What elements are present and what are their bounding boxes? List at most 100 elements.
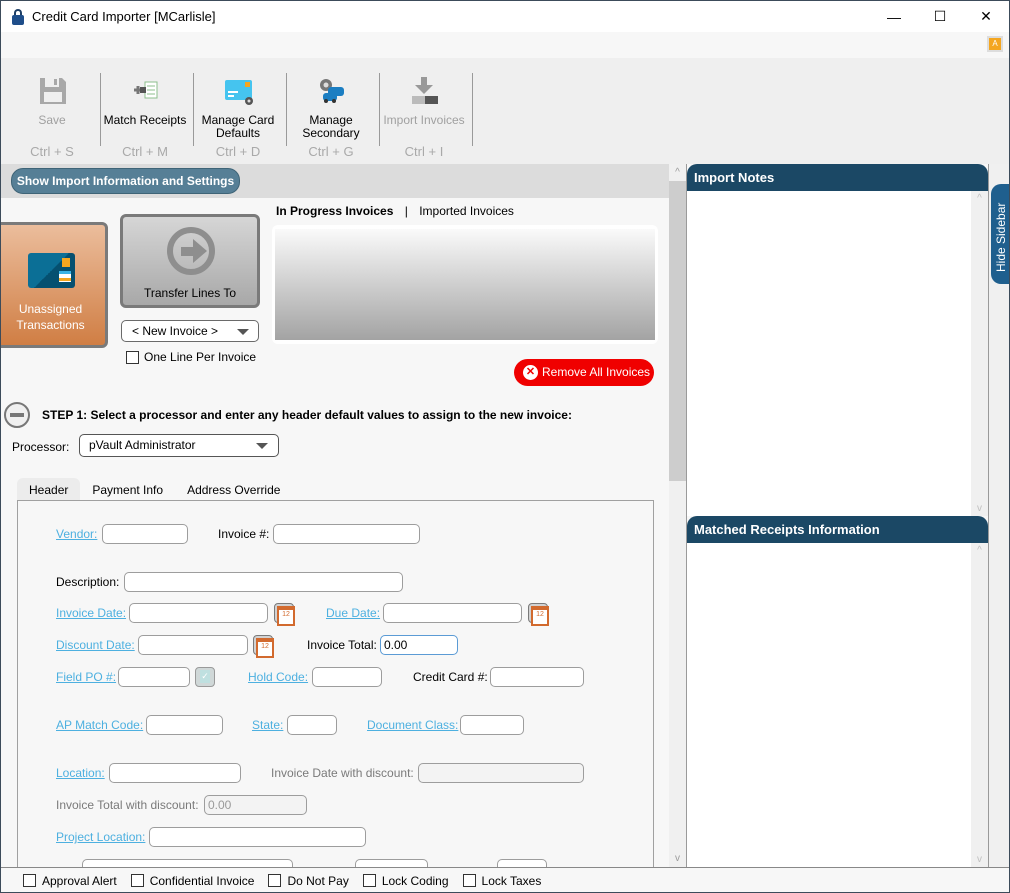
- import-invoices-button[interactable]: Import Invoices Ctrl + I: [378, 58, 470, 164]
- match-receipts-button[interactable]: Match Receipts Ctrl + M: [99, 58, 191, 164]
- invoice-date-input[interactable]: [129, 603, 268, 623]
- ap-match-code-link[interactable]: AP Match Code:: [56, 718, 143, 732]
- scroll-down-icon[interactable]: v: [971, 503, 988, 514]
- minimize-button[interactable]: —: [871, 1, 917, 32]
- due-date-link[interactable]: Due Date:: [326, 606, 380, 620]
- header-tabs: Header Payment Info Address Override: [17, 478, 292, 502]
- credit-card-input[interactable]: [490, 667, 584, 687]
- checkbox-box[interactable]: [130, 874, 144, 887]
- remove-icon: ✕: [523, 365, 538, 380]
- partial-input[interactable]: [355, 859, 428, 867]
- hide-sidebar-button[interactable]: Hide Sidebar: [991, 184, 1009, 284]
- invoice-list[interactable]: [272, 225, 658, 344]
- window-title: Credit Card Importer [MCarlisle]: [32, 9, 216, 24]
- scroll-up-icon[interactable]: ^: [669, 164, 686, 181]
- po-lookup-icon[interactable]: [195, 667, 215, 687]
- tab-imported-invoices[interactable]: Imported Invoices: [419, 204, 514, 218]
- project-location-input[interactable]: [149, 827, 366, 847]
- import-invoices-label: Import Invoices: [383, 113, 465, 127]
- checkbox-box[interactable]: [462, 874, 476, 887]
- toolbar-divider: [472, 73, 473, 146]
- vendor-link[interactable]: Vendor:: [56, 527, 97, 541]
- discount-date-link[interactable]: Discount Date:: [56, 638, 135, 652]
- collapse-icon[interactable]: [4, 402, 30, 428]
- location-link[interactable]: Location:: [56, 766, 105, 780]
- approval-alert-checkbox[interactable]: Approval Alert: [23, 874, 117, 888]
- save-button[interactable]: Save Ctrl + S: [6, 58, 98, 164]
- document-class-input[interactable]: [460, 715, 524, 735]
- lock-coding-checkbox[interactable]: Lock Coding: [362, 874, 449, 888]
- document-class-link[interactable]: Document Class:: [367, 718, 458, 732]
- partial-input[interactable]: [497, 859, 547, 867]
- vendor-input[interactable]: [102, 524, 188, 544]
- processor-select[interactable]: pVault Administrator: [79, 434, 279, 457]
- alert-badge-icon[interactable]: A: [987, 36, 1003, 52]
- discount-date-input[interactable]: [138, 635, 248, 655]
- state-input[interactable]: [287, 715, 337, 735]
- main-scrollbar[interactable]: ^ v: [669, 164, 686, 867]
- scroll-down-icon[interactable]: v: [971, 854, 988, 865]
- project-location-link[interactable]: Project Location:: [56, 830, 145, 844]
- lock-taxes-checkbox[interactable]: Lock Taxes: [462, 874, 541, 888]
- checkbox-box[interactable]: [268, 874, 282, 887]
- calendar-icon[interactable]: [528, 603, 549, 626]
- calendar-icon[interactable]: [274, 603, 295, 626]
- state-link[interactable]: State:: [252, 718, 283, 732]
- matched-receipts-scrollbar[interactable]: ^ v: [971, 543, 988, 867]
- manage-card-defaults-button[interactable]: Manage Card Defaults Ctrl + D: [192, 58, 284, 164]
- one-line-per-invoice-checkbox[interactable]: One Line Per Invoice: [126, 350, 256, 364]
- secondary-settings-icon: [320, 79, 344, 103]
- field-po-link[interactable]: Field PO #:: [56, 670, 116, 684]
- unassigned-transactions-button[interactable]: Unassigned Transactions: [1, 222, 108, 348]
- confidential-invoice-checkbox[interactable]: Confidential Invoice: [130, 874, 254, 888]
- invoice-date-discount-input: [418, 763, 584, 783]
- unassigned-transactions-label: Unassigned Transactions: [16, 302, 85, 332]
- show-import-settings-button[interactable]: Show Import Information and Settings: [11, 168, 240, 194]
- close-button[interactable]: ✕: [963, 1, 1009, 32]
- do-not-pay-checkbox[interactable]: Do Not Pay: [268, 874, 349, 888]
- scroll-up-icon[interactable]: ^: [971, 545, 988, 556]
- checkbox-box[interactable]: [126, 350, 139, 364]
- matched-receipts-header: Matched Receipts Information: [687, 516, 988, 543]
- location-input[interactable]: [109, 763, 241, 783]
- tab-in-progress-invoices[interactable]: In Progress Invoices: [276, 204, 393, 218]
- scroll-down-icon[interactable]: v: [669, 850, 686, 867]
- hold-code-input[interactable]: [312, 667, 382, 687]
- settings-bar: Show Import Information and Settings: [1, 164, 669, 198]
- due-date-input[interactable]: [383, 603, 522, 623]
- description-label: Description:: [56, 575, 120, 589]
- invoice-tabs: In Progress Invoices | Imported Invoices: [276, 204, 514, 218]
- import-notes-body[interactable]: ^ v: [687, 191, 988, 516]
- match-receipts-label: Match Receipts: [103, 113, 187, 127]
- field-po-input[interactable]: [118, 667, 190, 687]
- invoice-total-input[interactable]: 0.00: [380, 635, 458, 655]
- tab-payment-info[interactable]: Payment Info: [80, 478, 175, 502]
- toolbar: Save Ctrl + S Match Receipts Ctrl + M Ma…: [1, 58, 1009, 164]
- transfer-target-select[interactable]: < New Invoice >: [121, 320, 259, 342]
- import-notes-scrollbar[interactable]: ^ v: [971, 191, 988, 516]
- calendar-icon[interactable]: [253, 635, 274, 658]
- credit-card-icon: [28, 253, 75, 288]
- ap-match-code-input[interactable]: [146, 715, 223, 735]
- tab-header[interactable]: Header: [17, 478, 81, 502]
- chevron-down-icon: [256, 443, 268, 449]
- invoice-date-discount-label: Invoice Date with discount:: [271, 766, 414, 780]
- transfer-lines-button[interactable]: Transfer Lines To: [120, 214, 260, 308]
- invoice-date-link[interactable]: Invoice Date:: [56, 606, 126, 620]
- hold-code-link[interactable]: Hold Code:: [248, 670, 308, 684]
- scroll-up-icon[interactable]: ^: [971, 193, 988, 204]
- description-input[interactable]: [124, 572, 403, 592]
- invoice-number-input[interactable]: [273, 524, 420, 544]
- manage-secondary-button[interactable]: Manage Secondary Ctrl + G: [285, 58, 377, 164]
- maximize-button[interactable]: ☐: [917, 1, 963, 32]
- tab-address-override[interactable]: Address Override: [175, 478, 292, 502]
- checkbox-box[interactable]: [362, 874, 376, 887]
- approval-alert-label: Approval Alert: [42, 873, 117, 888]
- checkbox-box[interactable]: [23, 874, 36, 887]
- partial-input[interactable]: [82, 859, 293, 867]
- remove-all-invoices-button[interactable]: ✕ Remove All Invoices: [514, 359, 654, 386]
- scrollbar-thumb[interactable]: [669, 181, 686, 481]
- manage-secondary-shortcut: Ctrl + G: [308, 144, 354, 159]
- top-strip: A: [1, 32, 1009, 58]
- matched-receipts-body[interactable]: ^ v: [687, 543, 988, 867]
